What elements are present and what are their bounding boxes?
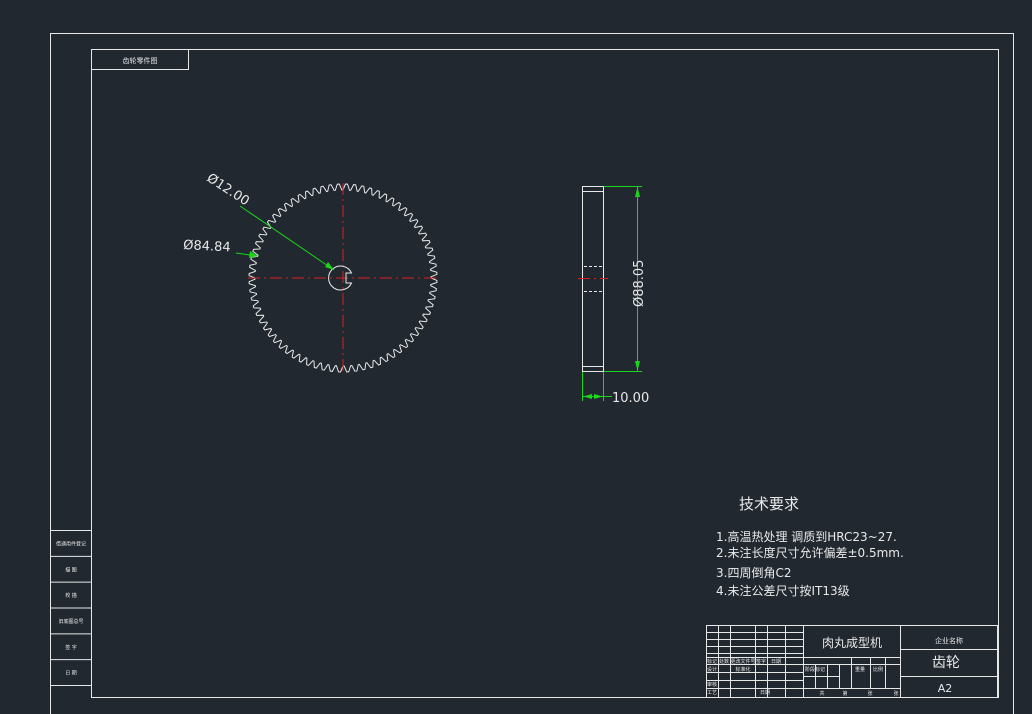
outer-frame [50,33,1014,714]
tech-item-1: 1.高温热处理 调质到HRC23~27. [716,529,897,544]
left-strip-cell: 借通用件登记 [56,540,86,547]
left-strip-table: 借通用件登记描 图校 描旧底图总号签 字日 期 [50,530,92,686]
left-strip-cell: 校 描 [65,592,77,599]
title-block-small-label: 阶段标记 [805,666,825,673]
part-name: 齿轮 [932,655,960,671]
outer-diameter-label: Ø88.05 [632,260,647,307]
title-block-small-label: 签字 [756,658,766,665]
title-block-small-label: 标准化 [735,666,750,673]
root-diameter-label: Ø84.84 [183,238,231,255]
company-label: 企业名称 [935,636,963,645]
bore-leader-line [239,205,335,271]
title-block: 肉丸成型机 企业名称 齿轮 A2 标记 处数 更改文件号 签字 日期设计 标准化审核工艺日… [706,625,998,698]
inner-frame [91,49,999,698]
title-block-small-label: 重量 [855,666,865,673]
left-strip-cell: 描 图 [65,566,77,573]
title-block-small-label: 审核 [707,681,717,688]
gear-front-view: Ø12.00 Ø84.84 [183,171,440,375]
sheet-size: A2 [938,682,953,695]
title-block-small-label: 日期 [760,690,770,696]
technical-requirements: 技术要求 1.高温热处理 调质到HRC23~27. 2.未注长度尺寸允许偏差±0… [716,495,904,598]
title-block-small-label: 工艺 [707,690,717,696]
tech-item-4: 4.未注公差尺寸按IT13级 [716,583,850,598]
bore-arrowhead [325,262,334,270]
corner-label-box: 齿轮零件图 [91,49,189,70]
left-strip-cell: 签 字 [65,644,77,651]
title-block-small-labels: 标记 处数 更改文件号 签字 日期设计 标准化审核工艺 日期阶段标记 重量 比例共 张第张 [707,658,899,697]
title-block-small-label: 张 [893,690,898,697]
tech-heading: 技术要求 [739,495,799,513]
project-name: 肉丸成型机 [822,636,882,650]
title-block-small-label: 标记 [707,658,717,665]
bore-diameter-label: Ø12.00 [204,171,252,209]
title-block-small-label: 比例 [873,666,883,673]
left-strip-cell: 旧底图总号 [58,618,83,625]
title-block-small-label: 张 [867,690,872,697]
corner-label: 齿轮零件图 [123,56,158,65]
title-block-small-label: 共 [819,690,824,697]
title-block-small-label: 处数 [719,658,729,665]
tech-item-2: 2.未注长度尺寸允许偏差±0.5mm. [716,545,904,560]
width-label: 10.00 [612,391,649,406]
title-block-small-label: 设计 [707,666,717,673]
cad-drawing-canvas[interactable]: 齿轮零件图 借通用件登记描 图校 描旧底图总号签 字日 期 Ø12.00 Ø84… [0,0,1032,714]
title-block-small-label: 第 [842,690,847,697]
tech-item-3: 3.四周倒角C2 [716,566,791,580]
gear-side-view: Ø88.05 10.00 [578,186,649,406]
title-block-small-label: 日期 [771,659,781,665]
title-block-small-label: 更改文件号 [730,658,755,665]
left-strip-cell: 日 期 [65,671,77,677]
